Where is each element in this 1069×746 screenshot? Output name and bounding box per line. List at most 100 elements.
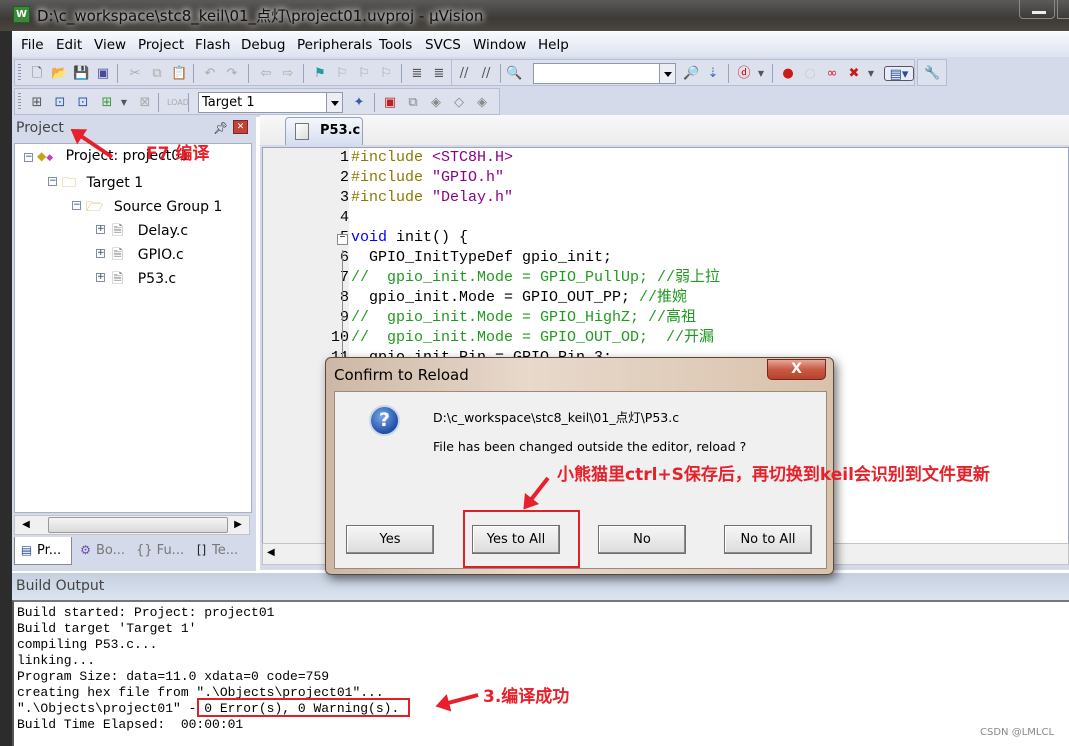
paste-icon[interactable]: 📋 bbox=[171, 66, 187, 81]
toolbar-grip[interactable] bbox=[18, 64, 21, 82]
nav-forward-icon[interactable]: ⇨ bbox=[280, 66, 296, 81]
scroll-thumb[interactable] bbox=[48, 517, 228, 533]
pack-installer-icon[interactable]: ◈ bbox=[428, 95, 444, 110]
unindent-icon[interactable]: ≣ bbox=[431, 66, 447, 81]
cut-icon[interactable]: ✂ bbox=[127, 66, 143, 81]
redo-icon[interactable]: ↷ bbox=[224, 66, 240, 81]
tree-item-file[interactable]: 🗎 GPIO.c bbox=[112, 244, 184, 268]
target-dropdown-arrow[interactable] bbox=[326, 93, 342, 112]
scroll-left-icon[interactable]: ◀ bbox=[17, 518, 35, 532]
batch-build-icon[interactable]: ⊞ bbox=[99, 95, 115, 110]
menu-flash[interactable]: Flash bbox=[195, 37, 230, 53]
no-button[interactable]: No bbox=[598, 525, 686, 554]
save-all-icon[interactable]: ▣ bbox=[95, 66, 111, 81]
target-select[interactable]: Target 1 bbox=[198, 92, 343, 113]
expand-toggle[interactable]: + bbox=[96, 273, 105, 282]
menu-peripherals[interactable]: Peripherals bbox=[297, 37, 372, 53]
scroll-left-icon[interactable]: ◀ bbox=[267, 547, 275, 558]
expand-toggle[interactable]: + bbox=[96, 249, 105, 258]
indent-icon[interactable]: ≣ bbox=[409, 66, 425, 81]
collapse-toggle[interactable]: − bbox=[24, 153, 33, 162]
comment-icon[interactable]: // bbox=[456, 66, 472, 81]
disable-breakpoint-icon[interactable]: ○ bbox=[802, 66, 818, 81]
find-in-files-icon[interactable]: 🔍 bbox=[506, 66, 522, 81]
menu-svcs[interactable]: SVCS bbox=[425, 37, 461, 53]
menu-window[interactable]: Window bbox=[473, 37, 526, 53]
fold-toggle[interactable]: − bbox=[337, 234, 348, 245]
disable-all-breakpoints-icon[interactable]: ∞ bbox=[824, 66, 840, 81]
uncomment-icon[interactable]: // bbox=[478, 66, 494, 81]
debug-dropdown-icon[interactable]: ▼ bbox=[753, 66, 769, 81]
maximize-button[interactable] bbox=[1057, 0, 1069, 19]
undo-icon[interactable]: ↶ bbox=[202, 66, 218, 81]
scroll-right-icon[interactable]: ▶ bbox=[229, 518, 247, 532]
yes-button[interactable]: Yes bbox=[346, 525, 434, 554]
tab-functions[interactable]: {} Fu... bbox=[132, 537, 190, 565]
tab-templates[interactable]: [] Te... bbox=[190, 537, 250, 565]
target-options-icon[interactable]: ✦ bbox=[351, 95, 367, 110]
tab-books[interactable]: ⚙ Bo... bbox=[74, 537, 132, 565]
breakpoint-dropdown-icon[interactable]: ▼ bbox=[863, 66, 879, 81]
rebuild-icon[interactable]: ⊡ bbox=[75, 95, 91, 110]
new-file-icon[interactable]: 🗋 bbox=[29, 66, 45, 81]
menu-file[interactable]: File bbox=[21, 37, 44, 53]
menu-help[interactable]: Help bbox=[538, 37, 569, 53]
minimize-button[interactable] bbox=[1019, 0, 1055, 19]
find-dropdown-arrow[interactable] bbox=[659, 64, 675, 83]
configure-icon[interactable]: 🔧 bbox=[924, 66, 940, 81]
dialog-close-button[interactable]: X bbox=[767, 359, 826, 380]
stop-build-icon[interactable]: ⊠ bbox=[137, 95, 153, 110]
batch-build-dropdown-icon[interactable]: ▼ bbox=[116, 95, 132, 110]
translate-icon[interactable]: ⊞ bbox=[29, 95, 45, 110]
toolbar-grip[interactable] bbox=[18, 93, 21, 111]
save-icon[interactable]: 💾 bbox=[73, 66, 89, 81]
nav-back-icon[interactable]: ⇦ bbox=[258, 66, 274, 81]
window-layout-icon[interactable]: ▤▾ bbox=[884, 66, 914, 82]
file-icon: 🗎 bbox=[112, 247, 124, 263]
download-icon[interactable]: LOAD bbox=[167, 95, 189, 110]
event-recorder-icon[interactable]: ◈ bbox=[474, 95, 490, 110]
menu-project[interactable]: Project bbox=[138, 37, 184, 53]
project-hscrollbar[interactable]: ◀ ▶ bbox=[14, 515, 250, 535]
build-output-pane[interactable]: Build started: Project: project01 Build t… bbox=[12, 600, 1069, 746]
expand-toggle[interactable]: + bbox=[96, 225, 105, 234]
code-line: #include <STC8H.H> bbox=[351, 148, 513, 168]
open-icon[interactable]: 📂 bbox=[51, 66, 67, 81]
breakpoint-icon[interactable]: ● bbox=[780, 66, 796, 81]
manage-components-icon[interactable]: ▣ bbox=[382, 95, 398, 110]
project-pane: Project 📌︎ ✕ − ◆◆ Project: project01 − 🗀… bbox=[12, 115, 256, 571]
tree-item-file[interactable]: 🗎 Delay.c bbox=[112, 220, 188, 244]
kill-breakpoints-icon[interactable]: ✖ bbox=[846, 66, 862, 81]
code-token: #include bbox=[351, 149, 433, 166]
window-title: D:\c_workspace\stc8_keil\01_点灯\project01… bbox=[37, 7, 484, 25]
project-pane-tabs: ▤ Pr... ⚙ Bo... {} Fu... [] Te... bbox=[14, 537, 254, 567]
build-icon[interactable]: ⊡ bbox=[52, 95, 68, 110]
prev-bookmark-icon[interactable]: ⚐ bbox=[334, 66, 350, 81]
bookmark-icon[interactable]: ⚑ bbox=[312, 66, 328, 81]
debug-session-icon[interactable]: ⓓ bbox=[736, 66, 752, 81]
incremental-find-icon[interactable]: ⇣ bbox=[705, 66, 721, 81]
menu-debug[interactable]: Debug bbox=[241, 37, 285, 53]
tab-p53-c[interactable]: P53.c bbox=[285, 117, 363, 145]
tree-item-source-group[interactable]: 🗁 Source Group 1 bbox=[86, 196, 222, 220]
copy-icon[interactable]: ⧉ bbox=[149, 66, 165, 81]
menu-view[interactable]: View bbox=[94, 37, 126, 53]
menu-tools[interactable]: Tools bbox=[379, 37, 412, 53]
tree-item-file[interactable]: 🗎 P53.c bbox=[112, 268, 176, 292]
collapse-toggle[interactable]: − bbox=[72, 201, 81, 210]
file-extensions-icon[interactable]: ⧉ bbox=[405, 95, 421, 110]
pin-icon[interactable]: 📌︎ bbox=[213, 121, 228, 135]
clear-bookmarks-icon[interactable]: ⚐ bbox=[378, 66, 394, 81]
dialog-file-path: D:\c_workspace\stc8_keil\01_点灯\P53.c bbox=[433, 410, 680, 425]
tab-project[interactable]: ▤ Pr... bbox=[14, 537, 72, 565]
select-packs-icon[interactable]: ◇ bbox=[451, 95, 467, 110]
next-bookmark-icon[interactable]: ⚐ bbox=[356, 66, 372, 81]
dialog-message: File has been changed outside the editor… bbox=[433, 439, 747, 454]
find-icon[interactable]: 🔎 bbox=[683, 66, 699, 81]
tree-item-target[interactable]: 🗀 Target 1 bbox=[62, 172, 143, 196]
no-to-all-button[interactable]: No to All bbox=[724, 525, 812, 554]
find-combo[interactable] bbox=[533, 63, 676, 84]
menu-edit[interactable]: Edit bbox=[56, 37, 82, 53]
close-pane-button[interactable]: ✕ bbox=[233, 120, 248, 134]
collapse-toggle[interactable]: − bbox=[48, 177, 57, 186]
